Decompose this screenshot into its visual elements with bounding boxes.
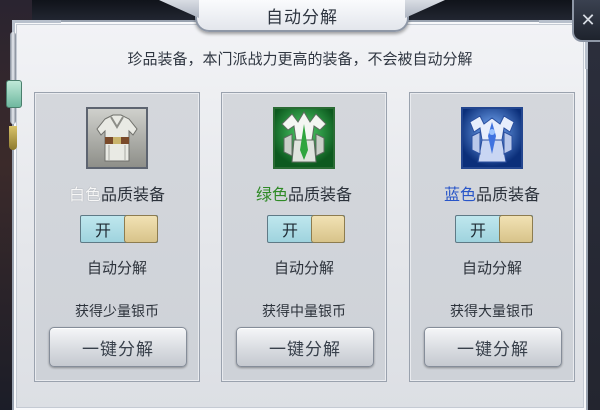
quality-title: 蓝色品质装备 <box>410 181 574 205</box>
quality-suffix: 品质装备 <box>476 185 541 204</box>
quality-title: 绿色品质装备 <box>222 181 386 205</box>
auto-decompose-toggle[interactable]: 开 <box>455 215 533 243</box>
quality-color-word: 白色 <box>68 185 101 204</box>
toggle-state-label: 开 <box>469 221 486 240</box>
reward-text: 获得少量银币 <box>75 304 159 320</box>
dialog-subtitle: 珍品装备，本门派战力更高的装备，不会被自动分解 <box>127 50 473 68</box>
quality-suffix: 品质装备 <box>101 185 166 204</box>
dialog-title-plate: 自动分解 <box>195 0 409 32</box>
auto-decompose-label: 自动分解 <box>461 259 522 277</box>
quality-color-word: 绿色 <box>255 185 288 204</box>
toggle-state-label: 开 <box>94 221 111 240</box>
dialog-title: 自动分解 <box>266 7 338 28</box>
decompose-all-button[interactable]: 一键分解 <box>49 327 187 367</box>
auto-decompose-label: 自动分解 <box>86 259 147 277</box>
blue-crystal-armor-icon <box>461 107 523 169</box>
white-robe-armor-icon <box>86 107 148 169</box>
auto-decompose-toggle[interactable]: 开 <box>80 215 158 243</box>
toggle-state-label: 开 <box>281 221 298 240</box>
blue-quality-card: 蓝色品质装备 开 自动分解 获得大量银币 一键分解 <box>409 92 575 382</box>
decompose-all-button[interactable]: 一键分解 <box>236 327 374 367</box>
reward-text: 获得大量银币 <box>450 304 534 320</box>
toggle-knob[interactable] <box>499 215 533 243</box>
toggle-knob[interactable] <box>124 215 158 243</box>
quality-suffix: 品质装备 <box>288 185 353 204</box>
reward-text: 获得中量银币 <box>262 304 346 320</box>
toggle-knob[interactable] <box>311 215 345 243</box>
close-button[interactable]: ✕ <box>572 0 600 42</box>
green-feather-armor-icon <box>273 107 335 169</box>
white-quality-card: 白色品质装备 开 自动分解 获得少量银币 一键分解 <box>34 92 200 382</box>
auto-decompose-toggle[interactable]: 开 <box>267 215 345 243</box>
quality-title: 白色品质装备 <box>35 181 199 205</box>
quality-color-word: 蓝色 <box>443 185 476 204</box>
close-icon: ✕ <box>580 9 596 31</box>
green-quality-card: 绿色品质装备 开 自动分解 获得中量银币 一键分解 <box>221 92 387 382</box>
auto-decompose-label: 自动分解 <box>273 259 334 277</box>
jade-pendant-ornament-icon <box>4 32 22 152</box>
decompose-all-button[interactable]: 一键分解 <box>424 327 562 367</box>
